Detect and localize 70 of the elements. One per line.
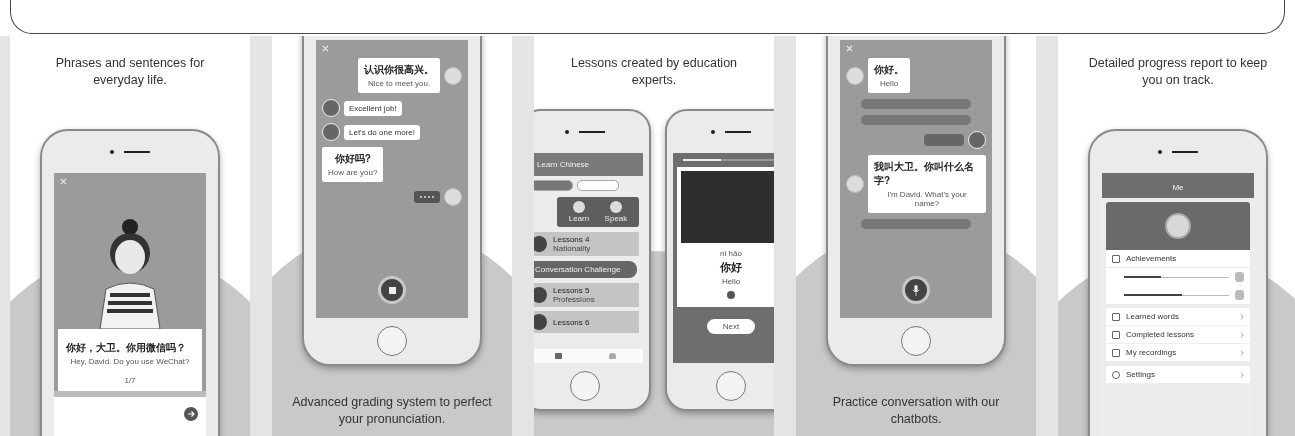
hanzi: 你好吗?	[334, 152, 371, 166]
caption: Detailed progress report to keep you on track.	[1087, 55, 1269, 89]
close-icon[interactable]	[322, 45, 329, 52]
lesson-thumbnail	[534, 236, 547, 252]
lesson-thumbnail	[534, 287, 547, 303]
avatar-icon	[846, 66, 864, 85]
close-icon[interactable]	[60, 178, 67, 185]
tab[interactable]	[577, 180, 619, 191]
chevron-icon	[1240, 371, 1244, 378]
translation: Hello	[879, 79, 899, 88]
microphone-button[interactable]	[902, 276, 930, 304]
lesson-subtitle: Nationality	[553, 244, 591, 253]
lesson-row[interactable]: Lessons 4 Nationality	[534, 232, 639, 256]
hanzi: 我叫大卫。你叫什么名字?	[874, 160, 975, 188]
avatar-icon	[1165, 213, 1191, 239]
lesson-row[interactable]: Lessons 5 Professions	[534, 283, 639, 307]
avatar-icon	[968, 131, 986, 149]
hanzi: 你好	[720, 260, 742, 275]
hanzi: 你好。	[874, 63, 904, 77]
pinyin: nǐ hǎo	[720, 249, 742, 258]
chat-bubble: Excellent job!	[344, 100, 402, 116]
chevron-icon	[1240, 331, 1244, 338]
avatar-icon	[846, 175, 864, 193]
hanzi: 认识你很高兴。	[364, 63, 434, 77]
caption: Lessons created by education experts.	[569, 55, 739, 89]
screen-title: Me	[1102, 181, 1254, 198]
menu-item[interactable]: Learned words	[1106, 308, 1250, 326]
chat-bubble: Let's do one more!	[344, 124, 420, 140]
tab[interactable]	[534, 180, 573, 191]
action-icon[interactable]	[609, 201, 622, 213]
action-icon[interactable]	[572, 201, 585, 213]
close-icon[interactable]	[846, 45, 853, 52]
page-counter: 1/7	[124, 376, 136, 385]
home-button[interactable]	[716, 371, 746, 401]
caption: Advanced grading system to perfect your pronunciation.	[292, 394, 492, 428]
lesson-row[interactable]: Lessons 6	[534, 311, 639, 333]
screen-header: Learn Chinese	[534, 153, 643, 176]
chevron-icon	[1240, 313, 1244, 320]
lesson-title: Lessons 5	[553, 286, 591, 295]
caption: Phrases and sentences for everyday life.	[54, 55, 206, 89]
settings-item[interactable]: Settings	[1106, 366, 1250, 384]
lesson-thumbnail	[534, 314, 547, 330]
action-label[interactable]: Learn	[568, 214, 590, 223]
menu-item[interactable]: Completed lessons	[1106, 326, 1250, 344]
translation: Hey, David. Do you use WeChat?	[69, 357, 191, 366]
section-title: Achievements	[1126, 254, 1178, 263]
action-label[interactable]: Speak	[604, 214, 628, 223]
arrow-icon[interactable]	[184, 407, 198, 421]
home-button[interactable]	[377, 326, 407, 356]
hanzi: 你好，大卫。你用微信吗？	[66, 341, 187, 355]
section-banner[interactable]: Conversation Challenge	[534, 261, 637, 278]
caption: Practice conversation with our chatbots.	[831, 394, 1001, 428]
chevron-icon	[1240, 349, 1244, 356]
avatar-icon	[444, 66, 462, 85]
home-button[interactable]	[570, 371, 600, 401]
lesson-subtitle: Professions	[553, 295, 595, 304]
next-button[interactable]: Next	[706, 319, 756, 334]
stop-button[interactable]	[378, 276, 406, 304]
home-button[interactable]	[901, 326, 931, 356]
lesson-title: Lessons 4	[553, 235, 591, 244]
avatar-icon	[444, 188, 462, 206]
translation: Nice to meet you.	[367, 79, 431, 88]
lesson-title: Lessons 6	[553, 317, 590, 327]
translation: How are you?	[328, 168, 378, 177]
microphone-icon	[912, 284, 920, 296]
menu-item[interactable]: My recordings	[1106, 344, 1250, 362]
translation: I'm David. What's your name?	[886, 190, 968, 208]
typing-indicator-icon	[414, 191, 440, 203]
audio-bubble[interactable]	[924, 134, 964, 146]
meaning: Hello	[721, 277, 741, 286]
